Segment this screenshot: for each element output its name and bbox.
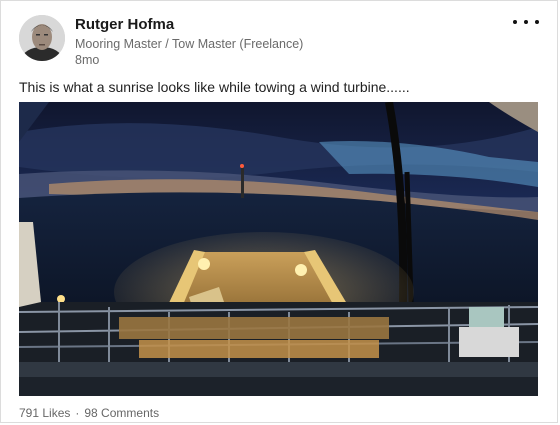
more-horizontal-icon-dot <box>535 20 539 24</box>
sunrise-towing-photo <box>19 102 538 396</box>
counts-separator: · <box>75 406 80 420</box>
avatar-photo <box>19 15 65 61</box>
more-horizontal-icon <box>513 20 517 24</box>
likes-count[interactable]: 791 Likes <box>19 406 70 420</box>
post-card: Rutger Hofma Mooring Master / Tow Master… <box>0 0 558 423</box>
post-video[interactable] <box>19 102 538 396</box>
more-options-button[interactable] <box>513 13 539 31</box>
post-age: 8mo <box>75 53 100 67</box>
author-avatar[interactable] <box>19 15 65 61</box>
more-horizontal-icon-dot <box>524 20 528 24</box>
comments-count[interactable]: 98 Comments <box>84 406 159 420</box>
post-text: This is what a sunrise looks like while … <box>19 79 410 95</box>
author-headline: Mooring Master / Tow Master (Freelance) <box>75 37 304 51</box>
author-name[interactable]: Rutger Hofma <box>75 16 174 33</box>
social-counts: 791 Likes · 98 Comments <box>19 406 159 420</box>
